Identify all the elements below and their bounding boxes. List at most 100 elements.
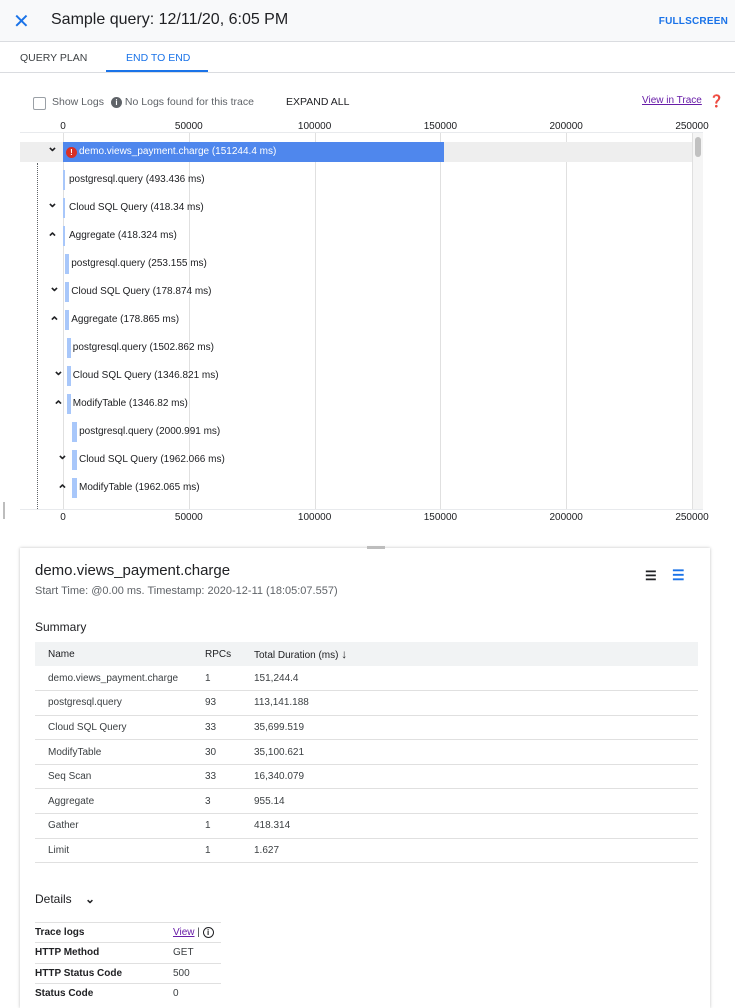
span-row[interactable]: ⌃ ModifyTable (1962.065 ms) bbox=[20, 478, 692, 498]
span-label: postgresql.query (253.155 ms) bbox=[71, 258, 207, 269]
axis-tick-label: 100000 bbox=[297, 121, 332, 132]
span-bar[interactable] bbox=[63, 198, 65, 218]
span-bar[interactable] bbox=[66, 366, 71, 386]
span-bar[interactable] bbox=[72, 450, 77, 470]
table-row[interactable]: Gather 1 418.314 bbox=[35, 813, 698, 839]
details-table: Trace logs View | i HTTP Method GET HTTP Sta… bbox=[35, 921, 221, 1004]
axis-tick-label: 250000 bbox=[675, 121, 709, 132]
table-row[interactable]: postgresql.query 93 113,141.188 bbox=[35, 690, 698, 716]
span-label: Aggregate (418.324 ms) bbox=[69, 230, 177, 241]
panel-drag-handle[interactable] bbox=[367, 546, 385, 549]
span-label: ModifyTable (1962.065 ms) bbox=[78, 482, 200, 493]
column-header-duration[interactable]: Total Duration (ms) ↓ bbox=[241, 642, 698, 666]
span-bar[interactable] bbox=[66, 394, 71, 414]
close-icon[interactable]: ✕ bbox=[13, 9, 30, 34]
detail-key: HTTP Method bbox=[35, 942, 173, 964]
chevron-up-icon[interactable]: ⌃ bbox=[53, 398, 64, 414]
span-row[interactable]: ⌃ Aggregate (418.324 ms) bbox=[20, 226, 692, 246]
span-label: Cloud SQL Query (418.34 ms) bbox=[69, 202, 204, 213]
table-cell: Seq Scan bbox=[35, 764, 192, 790]
span-bar[interactable] bbox=[66, 338, 71, 358]
span-bar[interactable] bbox=[65, 282, 70, 302]
span-row[interactable]: postgresql.query (1502.862 ms) bbox=[20, 338, 692, 358]
timeline-scrollbar[interactable] bbox=[693, 133, 703, 509]
span-row[interactable]: ⌄ Cloud SQL Query (1962.066 ms) bbox=[20, 447, 692, 470]
span-label: postgresql.query (2000.991 ms) bbox=[79, 426, 221, 437]
span-label: postgresql.query (1502.862 ms) bbox=[72, 342, 214, 353]
axis-tick-label: 200000 bbox=[549, 512, 583, 523]
table-row[interactable]: Seq Scan 33 16,340.079 bbox=[35, 764, 698, 790]
span-bar[interactable] bbox=[72, 478, 77, 498]
span-row[interactable]: ⌃ ModifyTable (1346.82 ms) bbox=[20, 394, 692, 414]
chevron-up-icon[interactable]: ⌃ bbox=[57, 482, 68, 498]
detail-value-text: 0 bbox=[173, 988, 179, 1000]
resize-handle[interactable] bbox=[3, 502, 5, 519]
expand-all-button[interactable]: EXPAND ALL bbox=[286, 96, 349, 108]
details-title[interactable]: Details ⌄ bbox=[35, 892, 95, 906]
span-bar[interactable] bbox=[65, 310, 70, 330]
span-row[interactable]: ⌄! demo.views_payment.charge (151244.4 ms… bbox=[20, 139, 692, 162]
span-start-info: Start Time: @0.00 ms. Timestamp: 2020-12… bbox=[35, 585, 338, 597]
table-row[interactable]: Aggregate 3 955.14 bbox=[35, 788, 698, 815]
axis-tick-label: 250000 bbox=[675, 512, 709, 523]
table-cell: 113,141.188 bbox=[241, 690, 698, 716]
detail-row: HTTP Status Code 500 bbox=[35, 962, 221, 984]
detail-row: Trace logs View | i bbox=[35, 921, 221, 943]
split-view-icon[interactable]: ☰ bbox=[645, 568, 657, 584]
table-row[interactable]: demo.views_payment.charge 1 151,244.4 bbox=[35, 666, 698, 692]
span-row[interactable]: ⌄ Cloud SQL Query (178.874 ms) bbox=[20, 279, 692, 302]
span-row[interactable]: ⌄ Cloud SQL Query (1346.821 ms) bbox=[20, 363, 692, 386]
axis-tick-label: 50000 bbox=[174, 121, 203, 132]
span-bar[interactable] bbox=[63, 170, 65, 190]
table-cell: 3 bbox=[192, 788, 241, 815]
span-bar[interactable] bbox=[72, 422, 78, 442]
column-header-name[interactable]: Name bbox=[35, 642, 192, 666]
view-logs-link[interactable]: View bbox=[173, 927, 195, 938]
table-cell: postgresql.query bbox=[35, 690, 192, 716]
span-bar[interactable] bbox=[65, 254, 70, 274]
tab-end-to-end[interactable]: END TO END bbox=[126, 52, 190, 64]
fullscreen-button[interactable]: FULLSCREEN bbox=[659, 16, 728, 27]
chevron-down-icon[interactable]: ⌄ bbox=[49, 279, 60, 295]
axis-tick-label: 200000 bbox=[549, 121, 583, 132]
table-row[interactable]: Cloud SQL Query 33 35,699.519 bbox=[35, 715, 698, 741]
table-cell: ModifyTable bbox=[35, 739, 192, 765]
span-row[interactable]: postgresql.query (2000.991 ms) bbox=[20, 422, 692, 442]
details-label: Details bbox=[35, 892, 72, 906]
info-icon[interactable]: | i bbox=[195, 927, 214, 939]
span-row[interactable]: ⌄ Cloud SQL Query (418.34 ms) bbox=[20, 195, 692, 218]
span-label: Cloud SQL Query (178.874 ms) bbox=[71, 286, 212, 297]
axis-tick-label: 50000 bbox=[174, 512, 203, 523]
table-row[interactable]: Limit 1 1.627 bbox=[35, 838, 698, 864]
table-row[interactable]: ModifyTable 30 35,100.621 bbox=[35, 739, 698, 765]
detail-value: View | i bbox=[173, 921, 221, 943]
table-cell: 35,100.621 bbox=[241, 739, 698, 765]
table-cell: 33 bbox=[192, 764, 241, 790]
chevron-down-icon[interactable]: ⌄ bbox=[85, 892, 95, 906]
list-view-icon[interactable]: ☰ bbox=[672, 567, 685, 584]
table-cell: 1.627 bbox=[241, 838, 698, 864]
tab-query-plan[interactable]: QUERY PLAN bbox=[20, 52, 87, 64]
chevron-down-icon[interactable]: ⌄ bbox=[53, 363, 64, 379]
view-in-trace-link[interactable]: View in Trace bbox=[642, 95, 702, 106]
chevron-down-icon[interactable]: ⌄ bbox=[47, 195, 58, 211]
show-logs-checkbox[interactable] bbox=[33, 97, 46, 110]
span-bar[interactable] bbox=[63, 226, 65, 246]
span-label: Aggregate (178.865 ms) bbox=[71, 314, 180, 325]
table-cell: 955.14 bbox=[241, 788, 698, 815]
axis-tick-label: 150000 bbox=[423, 121, 458, 132]
detail-value: 500 bbox=[173, 962, 221, 984]
column-header-rpcs[interactable]: RPCs bbox=[192, 642, 241, 666]
span-row[interactable]: postgresql.query (493.436 ms) bbox=[20, 170, 692, 190]
chevron-down-icon[interactable]: ⌄ bbox=[57, 447, 68, 463]
span-label: postgresql.query (493.436 ms) bbox=[69, 174, 205, 185]
chevron-up-icon[interactable]: ⌃ bbox=[49, 314, 60, 330]
help-icon[interactable]: ❓ bbox=[709, 94, 724, 108]
span-row[interactable]: postgresql.query (253.155 ms) bbox=[20, 254, 692, 274]
span-row[interactable]: ⌃ Aggregate (178.865 ms) bbox=[20, 310, 692, 330]
chevron-down-icon[interactable]: ⌄ bbox=[47, 139, 58, 155]
scrollbar-thumb[interactable] bbox=[695, 137, 701, 157]
chevron-up-icon[interactable]: ⌃ bbox=[47, 230, 58, 246]
table-cell: Cloud SQL Query bbox=[35, 715, 192, 741]
table-cell: 1 bbox=[192, 666, 241, 692]
